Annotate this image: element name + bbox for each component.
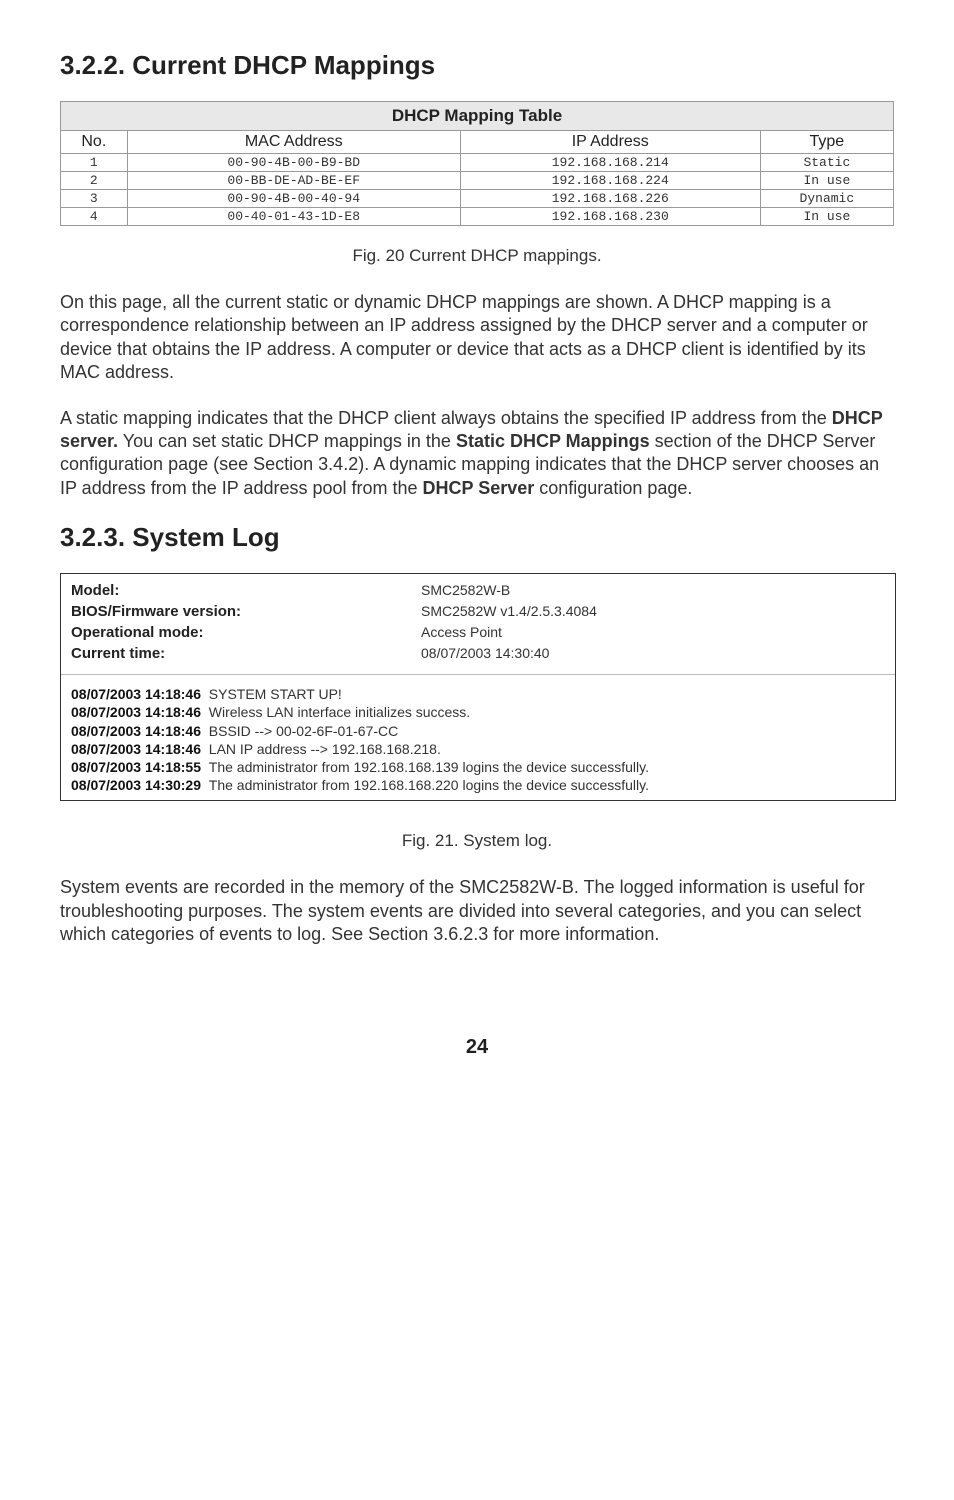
- cell-type: Dynamic: [760, 190, 893, 208]
- table-row: 4 00-40-01-43-1D-E8 192.168.168.230 In u…: [61, 208, 894, 226]
- log-timestamp: 08/07/2003 14:18:55: [71, 759, 201, 775]
- log-message: LAN IP address --> 192.168.168.218.: [209, 741, 441, 757]
- log-entry: 08/07/2003 14:18:46 LAN IP address --> 1…: [71, 740, 885, 758]
- log-timestamp: 08/07/2003 14:18:46: [71, 686, 201, 702]
- info-value-mode: Access Point: [421, 624, 502, 641]
- cell-mac: 00-40-01-43-1D-E8: [127, 208, 460, 226]
- dhcp-header-ip: IP Address: [460, 131, 760, 154]
- info-label-firmware: BIOS/Firmware version:: [71, 603, 421, 620]
- table-row: 2 00-BB-DE-AD-BE-EF 192.168.168.224 In u…: [61, 172, 894, 190]
- dhcp-header-mac: MAC Address: [127, 131, 460, 154]
- dhcp-table-title: DHCP Mapping Table: [61, 102, 894, 131]
- info-value-time: 08/07/2003 14:30:40: [421, 645, 549, 662]
- log-message: The administrator from 192.168.168.139 l…: [209, 759, 649, 775]
- log-entry: 08/07/2003 14:18:46 BSSID --> 00-02-6F-0…: [71, 722, 885, 740]
- bold-text: Static DHCP Mappings: [456, 431, 650, 451]
- log-timestamp: 08/07/2003 14:18:46: [71, 741, 201, 757]
- log-entries-block: 08/07/2003 14:18:46 SYSTEM START UP! 08/…: [61, 675, 895, 800]
- info-value-firmware: SMC2582W v1.4/2.5.3.4084: [421, 603, 597, 620]
- log-timestamp: 08/07/2003 14:30:29: [71, 777, 201, 793]
- cell-no: 1: [61, 154, 128, 172]
- info-label-mode: Operational mode:: [71, 624, 421, 641]
- dhcp-mapping-table: DHCP Mapping Table No. MAC Address IP Ad…: [60, 101, 894, 226]
- body-paragraph: A static mapping indicates that the DHCP…: [60, 407, 894, 501]
- table-row: 1 00-90-4B-00-B9-BD 192.168.168.214 Stat…: [61, 154, 894, 172]
- body-paragraph: On this page, all the current static or …: [60, 291, 894, 385]
- bold-text: DHCP Server: [423, 478, 535, 498]
- info-row: Current time: 08/07/2003 14:30:40: [71, 643, 885, 664]
- table-row: 3 00-90-4B-00-40-94 192.168.168.226 Dyna…: [61, 190, 894, 208]
- info-label-model: Model:: [71, 582, 421, 599]
- text-fragment: configuration page.: [534, 478, 692, 498]
- page-number: 24: [60, 1036, 894, 1059]
- cell-no: 4: [61, 208, 128, 226]
- info-row: Model: SMC2582W-B: [71, 580, 885, 601]
- body-paragraph: System events are recorded in the memory…: [60, 876, 894, 946]
- log-entry: 08/07/2003 14:18:46 Wireless LAN interfa…: [71, 703, 885, 721]
- cell-mac: 00-90-4B-00-40-94: [127, 190, 460, 208]
- text-fragment: You can set static DHCP mappings in the: [118, 431, 456, 451]
- cell-mac: 00-90-4B-00-B9-BD: [127, 154, 460, 172]
- log-message: The administrator from 192.168.168.220 l…: [209, 777, 649, 793]
- dhcp-table-header-row: No. MAC Address IP Address Type: [61, 131, 894, 154]
- cell-no: 2: [61, 172, 128, 190]
- text-fragment: A static mapping indicates that the DHCP…: [60, 408, 832, 428]
- log-entry: 08/07/2003 14:18:55 The administrator fr…: [71, 758, 885, 776]
- cell-no: 3: [61, 190, 128, 208]
- dhcp-header-no: No.: [61, 131, 128, 154]
- cell-type: In use: [760, 172, 893, 190]
- system-log-box: Model: SMC2582W-B BIOS/Firmware version:…: [60, 573, 896, 801]
- cell-mac: 00-BB-DE-AD-BE-EF: [127, 172, 460, 190]
- log-entry: 08/07/2003 14:30:29 The administrator fr…: [71, 776, 885, 794]
- info-row: BIOS/Firmware version: SMC2582W v1.4/2.5…: [71, 601, 885, 622]
- log-message: Wireless LAN interface initializes succe…: [209, 704, 470, 720]
- log-timestamp: 08/07/2003 14:18:46: [71, 704, 201, 720]
- cell-type: In use: [760, 208, 893, 226]
- info-row: Operational mode: Access Point: [71, 622, 885, 643]
- cell-ip: 192.168.168.214: [460, 154, 760, 172]
- figure-caption-21: Fig. 21. System log.: [60, 831, 894, 851]
- section-heading-syslog: 3.2.3. System Log: [60, 522, 894, 553]
- log-message: SYSTEM START UP!: [209, 686, 342, 702]
- figure-caption-20: Fig. 20 Current DHCP mappings.: [60, 246, 894, 266]
- log-timestamp: 08/07/2003 14:18:46: [71, 723, 201, 739]
- log-entry: 08/07/2003 14:18:46 SYSTEM START UP!: [71, 685, 885, 703]
- cell-ip: 192.168.168.224: [460, 172, 760, 190]
- cell-ip: 192.168.168.226: [460, 190, 760, 208]
- dhcp-header-type: Type: [760, 131, 893, 154]
- info-value-model: SMC2582W-B: [421, 582, 510, 599]
- info-label-time: Current time:: [71, 645, 421, 662]
- log-message: BSSID --> 00-02-6F-01-67-CC: [209, 723, 398, 739]
- system-info-block: Model: SMC2582W-B BIOS/Firmware version:…: [61, 574, 895, 675]
- cell-ip: 192.168.168.230: [460, 208, 760, 226]
- section-heading-dhcp: 3.2.2. Current DHCP Mappings: [60, 50, 894, 81]
- cell-type: Static: [760, 154, 893, 172]
